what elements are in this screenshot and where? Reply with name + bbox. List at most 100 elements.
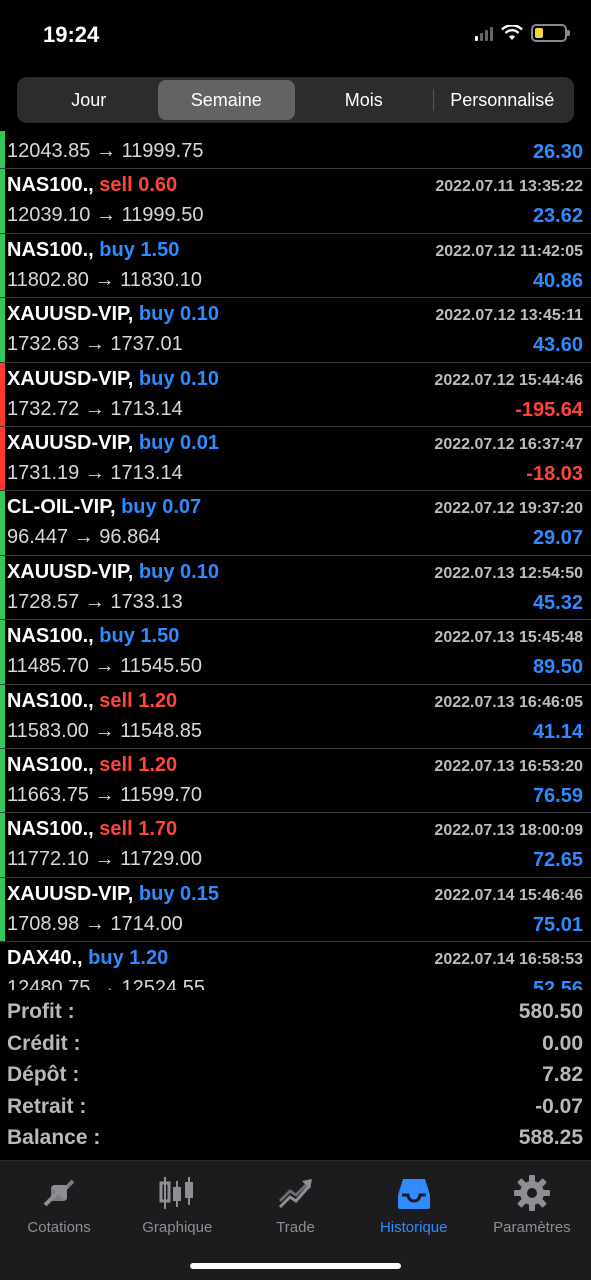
symbol-name: NAS100., [7, 818, 94, 841]
trade-profit: 29.07 [532, 527, 583, 550]
segment-semaine[interactable]: Semaine [157, 80, 295, 120]
trade-symbol: XAUUSD-VIP, buy 0.10 [7, 303, 219, 326]
trade-prices: 12043.85 → 11999.75 [7, 140, 203, 163]
trade-volume: 0.15 [180, 882, 219, 905]
arrow-right-icon: → [88, 719, 121, 742]
tab-historique[interactable]: Historique [355, 1161, 473, 1239]
trade-row[interactable]: NAS100., sell 1.20 11663.75 → 11599.70 202… [0, 748, 591, 814]
summary-row: Balance : 588.25 [0, 1122, 591, 1154]
result-indicator-bar [0, 877, 5, 942]
trade-row[interactable]: DAX40., buy 1.20 12480.75 → 12524.55 2022.… [0, 942, 591, 990]
result-indicator-bar [0, 491, 5, 555]
trade-date: 2022.07.12 19:37:20 [434, 500, 583, 518]
trade-symbol: XAUUSD-VIP, buy 0.10 [7, 561, 219, 584]
open-price: 1731.19 [7, 461, 80, 484]
arrow-right-icon: → [90, 204, 122, 227]
trade-side: sell [99, 753, 133, 776]
close-price: 11729.00 [120, 848, 202, 871]
arrow-right-icon: → [79, 912, 111, 935]
tab-label: Historique [379, 1219, 448, 1236]
symbol-name: XAUUSD-VIP, [7, 882, 134, 905]
trade-row[interactable]: NAS100., sell 1.20 11583.00 → 11548.85 202… [0, 684, 591, 749]
trade-side: sell [99, 818, 133, 841]
tab-label: Cotations [27, 1219, 91, 1236]
trade-prices: 11583.00 → 11548.85 [7, 720, 202, 743]
summary-value: -0.07 [535, 1094, 583, 1118]
trade-row[interactable]: NAS100., sell 1.70 11772.10 → 11729.00 202… [0, 813, 591, 878]
arrow-right-icon: → [88, 848, 121, 871]
tab-cotations[interactable]: Cotations [0, 1161, 118, 1239]
trade-date: 2022.07.12 16:37:47 [434, 435, 583, 453]
trade-row[interactable]: NAS100., buy 1.50 11802.80 → 11830.10 2022… [0, 233, 591, 299]
trade-row[interactable]: NAS100., sell 0.60 12039.10 → 11999.50 202… [0, 169, 591, 234]
trade-prices: 1708.98 → 1714.00 [7, 913, 183, 936]
arrow-right-icon: → [88, 268, 121, 291]
result-indicator-bar [0, 169, 5, 233]
segment-personnalise[interactable]: Personnalisé [434, 80, 572, 120]
trade-symbol: NAS100., buy 1.50 [7, 625, 179, 648]
tab-trade[interactable]: Trade [236, 1161, 354, 1239]
trade-prices: 12039.10 → 11999.50 [7, 204, 203, 227]
trade-side: sell [99, 689, 133, 712]
trade-date: 2022.07.13 16:53:20 [434, 757, 583, 775]
segment-mois[interactable]: Mois [295, 80, 433, 120]
trade-row[interactable]: 12043.85 → 11999.75 26.30 [0, 131, 591, 170]
trade-symbol: NAS100., sell 1.70 [7, 818, 177, 841]
arrow-right-icon: → [88, 655, 121, 678]
trade-row[interactable]: CL-OIL-VIP, buy 0.07 96.447 → 96.864 2022.… [0, 491, 591, 556]
open-price: 12480.75 [7, 977, 91, 990]
trade-date: 2022.07.14 15:46:46 [434, 886, 583, 904]
trade-symbol: XAUUSD-VIP, buy 0.01 [7, 432, 219, 455]
summary-value: 7.82 [542, 1063, 583, 1086]
trade-row[interactable]: NAS100., buy 1.50 11485.70 → 11545.50 2022… [0, 620, 591, 685]
trade-prices: 11802.80 → 11830.10 [7, 269, 202, 292]
trade-row[interactable]: XAUUSD-VIP, buy 0.10 1732.63 → 1737.01 202… [0, 298, 591, 363]
arrow-right-icon: → [79, 397, 111, 420]
trade-volume: 1.20 [138, 753, 178, 776]
summary-value: 0.00 [542, 1031, 583, 1055]
trade-prices: 96.447 → 96.864 [7, 526, 160, 549]
trade-history-list[interactable]: 12043.85 → 11999.75 26.30 NAS100., sell 0.… [0, 131, 591, 990]
tab-graphique[interactable]: Graphique [118, 1161, 236, 1239]
symbol-name: NAS100., [7, 238, 94, 261]
result-indicator-bar [0, 555, 5, 620]
tab-parametres[interactable]: Paramètres [473, 1161, 591, 1239]
summary-row: Profit : 580.50 [0, 996, 591, 1028]
trade-row[interactable]: XAUUSD-VIP, buy 0.01 1731.19 → 1713.14 202… [0, 426, 591, 492]
result-indicator-bar [0, 684, 5, 748]
trade-volume: 1.20 [129, 947, 169, 970]
result-indicator-bar [0, 233, 5, 298]
trade-profit: 23.62 [532, 205, 583, 228]
period-segmented-control: Jour Semaine Mois Personnalisé [17, 77, 574, 123]
arrow-right-icon: → [88, 783, 121, 806]
arrow-right-icon: → [90, 977, 122, 990]
tab-bar: Cotations Graphique Trade Historique Par… [0, 1160, 591, 1280]
open-price: 11583.00 [7, 719, 89, 742]
close-price: 11999.75 [121, 140, 204, 162]
trade-row[interactable]: XAUUSD-VIP, buy 0.15 1708.98 → 1714.00 202… [0, 877, 591, 943]
trade-volume: 0.60 [138, 174, 178, 197]
status-icons [475, 24, 570, 42]
trade-date: 2022.07.13 18:00:09 [434, 822, 583, 840]
arrow-right-icon: → [90, 140, 122, 162]
symbol-name: XAUUSD-VIP, [7, 560, 134, 583]
trade-row[interactable]: XAUUSD-VIP, buy 0.10 1732.72 → 1713.14 202… [0, 362, 591, 427]
trade-profit: 52.56 [532, 978, 583, 990]
trade-side: buy [121, 496, 157, 519]
tab-label: Trade [276, 1219, 315, 1236]
trade-row[interactable]: XAUUSD-VIP, buy 0.10 1728.57 → 1733.13 202… [0, 555, 591, 621]
open-price: 11663.75 [7, 783, 89, 806]
segment-jour[interactable]: Jour [20, 80, 158, 120]
symbol-name: NAS100., [7, 689, 94, 712]
trade-side: buy [138, 303, 175, 326]
open-price: 11485.70 [7, 655, 89, 678]
result-indicator-bar [0, 426, 5, 491]
arrow-right-icon: → [68, 526, 100, 549]
trade-profit: -18.03 [526, 462, 583, 485]
trade-profit: 75.01 [532, 913, 583, 936]
trade-profit: 26.30 [532, 141, 583, 163]
trade-prices: 11485.70 → 11545.50 [7, 655, 202, 678]
trade-symbol: XAUUSD-VIP, buy 0.10 [7, 368, 219, 391]
trade-profit: 76.59 [532, 784, 583, 807]
trade-date: 2022.07.11 13:35:22 [435, 178, 583, 196]
